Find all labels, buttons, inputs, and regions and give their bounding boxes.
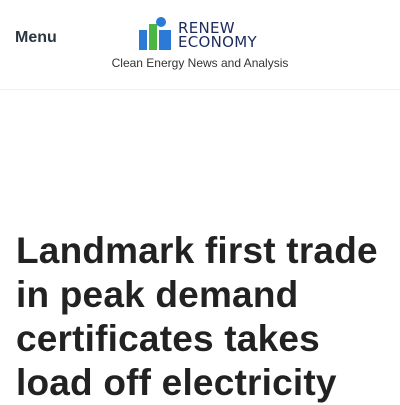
site-logo[interactable]: RENEW ECONOMY — [139, 16, 263, 52]
site-header: Menu RENEW ECONOMY Clean Energy News and… — [0, 0, 400, 90]
renew-economy-logo-icon — [139, 17, 171, 50]
logo-line-2: ECONOMY — [178, 33, 257, 51]
menu-button[interactable]: Menu — [15, 28, 57, 48]
ad-placeholder — [0, 90, 400, 220]
article-title: Landmark first trade in peak demand cert… — [16, 230, 378, 403]
logo-wordmark: RENEW ECONOMY — [178, 21, 257, 51]
site-tagline: Clean Energy News and Analysis — [111, 56, 289, 70]
